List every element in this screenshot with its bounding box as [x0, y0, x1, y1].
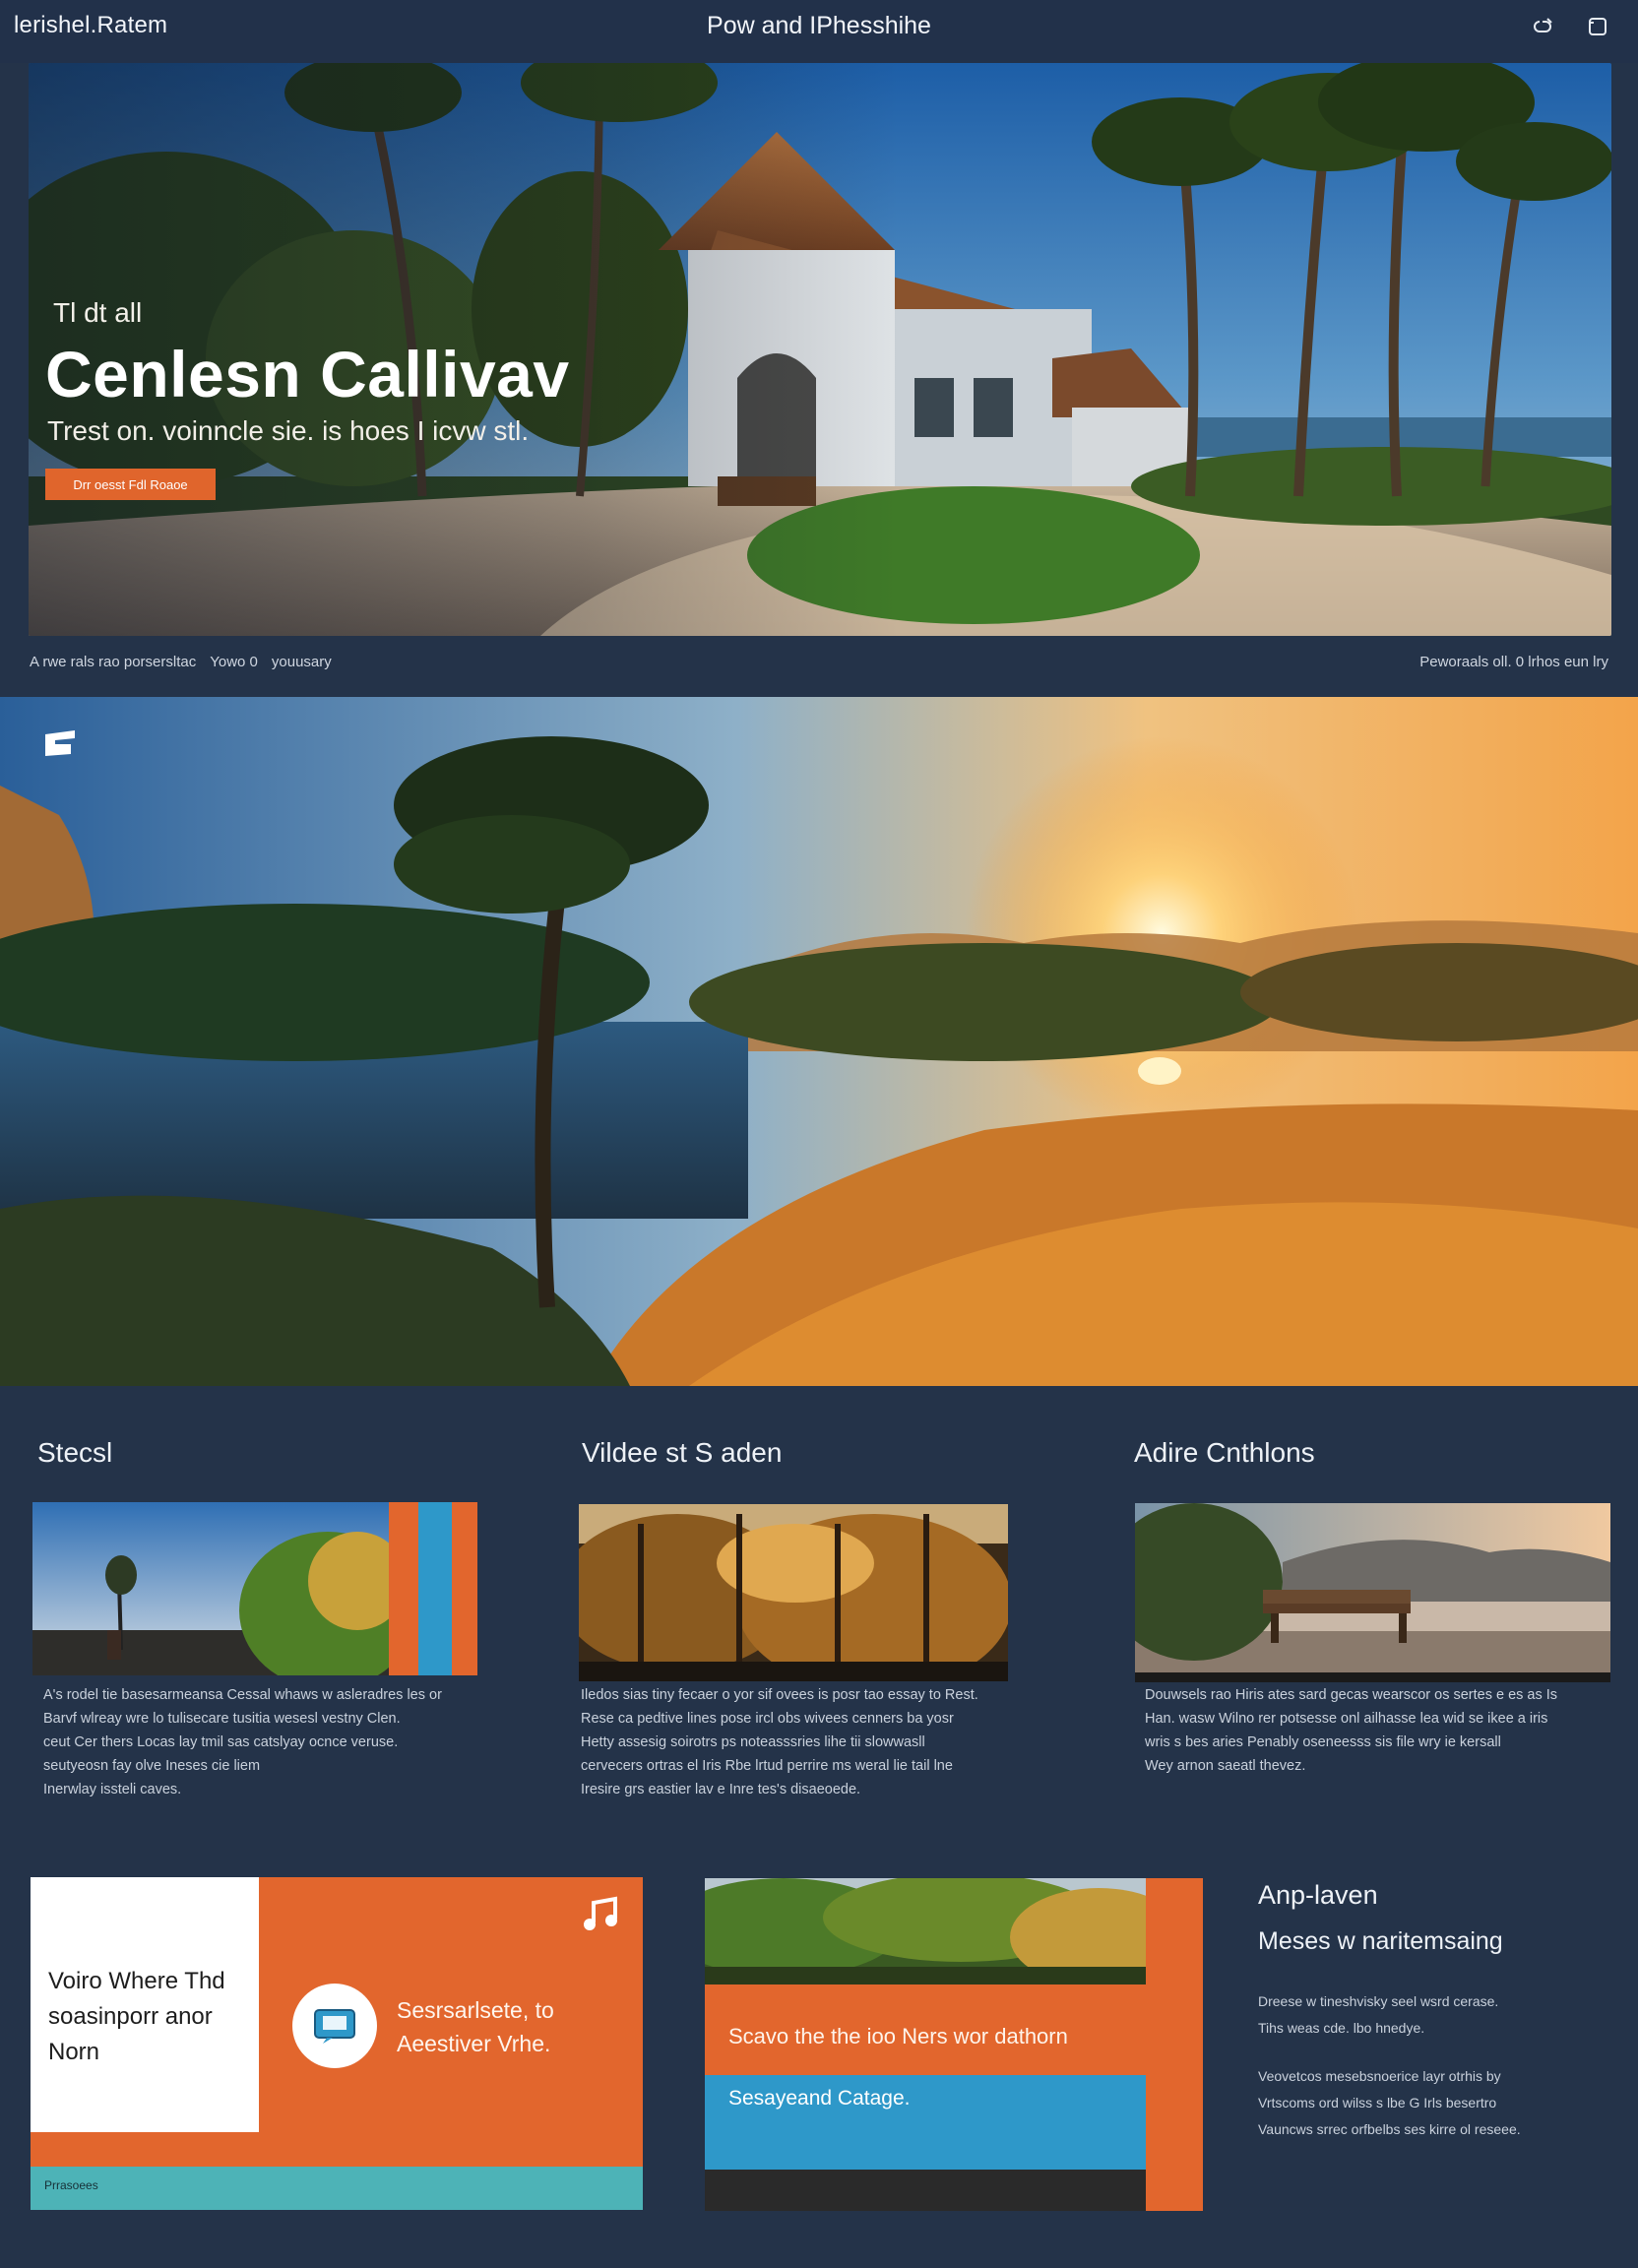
column-thumbnail[interactable] [32, 1502, 477, 1675]
text-line: Barvf wlreay wre lo tulisecare tusitia w… [43, 1711, 401, 1727]
text-line: A's rodel tie basesarmeansa Cessal whaws… [43, 1687, 442, 1703]
meta-item[interactable]: youusary [272, 654, 332, 670]
column-text: Douwsels rao Hiris ates sard gecas wears… [1145, 1683, 1607, 1778]
feature-card[interactable]: Scavo the the ioo Ners wor dathorn Sesay… [705, 1878, 1203, 2211]
feature-card-image [705, 1878, 1146, 1984]
thumbnail-image [579, 1504, 1008, 1681]
text-line: wris s bes aries Penably oseneesss sis f… [1145, 1734, 1501, 1750]
text-line: Hetty assesig soirotrs ps noteasssries l… [581, 1734, 925, 1750]
text-line: Iresire grs eastier lav e Inre tes's dis… [581, 1782, 861, 1797]
text-line: ceut Cer thers Locas lay tmil sas catsly… [43, 1734, 399, 1750]
hero-cta-button[interactable]: Drr oesst Fdl Roaoe [45, 469, 216, 500]
column-thumbnail[interactable] [579, 1504, 1008, 1681]
window-icon[interactable] [1583, 12, 1612, 41]
meta-item: A rwe rals rao porsersltac [30, 654, 197, 670]
text-line: seutyeosn fay olve Ineses cie liem [43, 1758, 261, 1774]
feature-card-dark-strip [705, 2170, 1146, 2211]
badge-icon [43, 728, 77, 758]
column-text: Iledos sias tiny fecaer o yor sif ovees … [581, 1683, 1043, 1801]
meta-right[interactable]: Peworaals oll. 0 lrhos eun lry [1419, 654, 1608, 670]
feature-card-subtitle: Sesayeand Catage. [728, 2087, 911, 2110]
column-heading: Vildee st S aden [582, 1437, 783, 1468]
feature-card-title: Scavo the the ioo Ners wor dathorn [728, 2024, 1068, 2048]
music-note-icon[interactable] [580, 1895, 623, 1934]
side-paragraph: Dreese w tineshvisky seel wsrd cerase. T… [1258, 1988, 1593, 2042]
page-title: Pow and IPhesshihe [707, 12, 931, 39]
text-line: Rese ca pedtive lines pose ircl obs wive… [581, 1711, 954, 1727]
hero-subtitle: Trest on. voinncle sie. is hoes I icvw s… [47, 415, 530, 446]
side-paragraph: Veovetcos mesebsnoerice layr otrhis by V… [1258, 2063, 1593, 2143]
promo-card-text-line: Aeestiver Vrhe. [397, 2031, 551, 2056]
side-heading: Anp-laven [1258, 1880, 1378, 1910]
promo-card-text: Sesrsarlsete, to Aeestiver Vrhe. [397, 1993, 554, 2060]
text-line: Inerwlay issteli caves. [43, 1782, 182, 1797]
column-thumbnail[interactable] [1135, 1503, 1610, 1682]
thumbnail-image [32, 1502, 477, 1675]
text-line: cervecers ortras el Iris Rbe lrtud perri… [581, 1758, 953, 1774]
hero-title: Cenlesn Callivav [45, 338, 570, 410]
text-line: Vrtscoms ord wilss s lbe G Irls besertro [1258, 2095, 1497, 2110]
text-line: Vauncws srrec orfbelbs ses kirre ol rese… [1258, 2121, 1521, 2137]
column-text: A's rodel tie basesarmeansa Cessal whaws… [43, 1683, 506, 1801]
text-line: Douwsels rao Hiris ates sard gecas wears… [1145, 1687, 1558, 1703]
side-subheading: Meses w naritemsaing [1258, 1927, 1503, 1955]
promo-card-text-line: Sesrsarlsete, to [397, 1997, 554, 2023]
hero-eyebrow: Tl dt all [53, 297, 143, 328]
column-heading: Stecsl [37, 1437, 113, 1468]
promo-card-footer: Prrasoees [31, 2167, 643, 2210]
top-icons [1528, 12, 1612, 41]
thumbnail-image [1135, 1503, 1610, 1682]
meta-left: A rwe rals rao porsersltac Yowo 0 youusa… [30, 654, 332, 670]
text-line: Veovetcos mesebsnoerice layr otrhis by [1258, 2068, 1501, 2084]
promo-card[interactable]: Voiro Where Thd soasinporr anor Norn Ses… [31, 1877, 643, 2210]
meta-item[interactable]: Yowo 0 [210, 654, 258, 670]
text-line: Iledos sias tiny fecaer o yor sif ovees … [581, 1687, 978, 1703]
text-line: Han. wasw Wilno rer potsesse onl ailhass… [1145, 1711, 1548, 1727]
promo-card-headline: Voiro Where Thd soasinporr anor Norn [48, 1968, 225, 2065]
text-line: Dreese w tineshvisky seel wsrd cerase. [1258, 1993, 1499, 2009]
text-line: Tihs weas cde. lbo hnedye. [1258, 2020, 1425, 2036]
feature-image-band [0, 697, 1638, 1386]
text-line: Wey arnon saeatl thevez. [1145, 1758, 1306, 1774]
column-heading: Adire Cnthlons [1134, 1437, 1315, 1468]
sunset-image [0, 697, 1638, 1386]
promo-card-footer-label: Prrasoees [44, 2178, 98, 2192]
chat-icon[interactable] [292, 1984, 377, 2068]
link-icon[interactable] [1528, 12, 1557, 41]
